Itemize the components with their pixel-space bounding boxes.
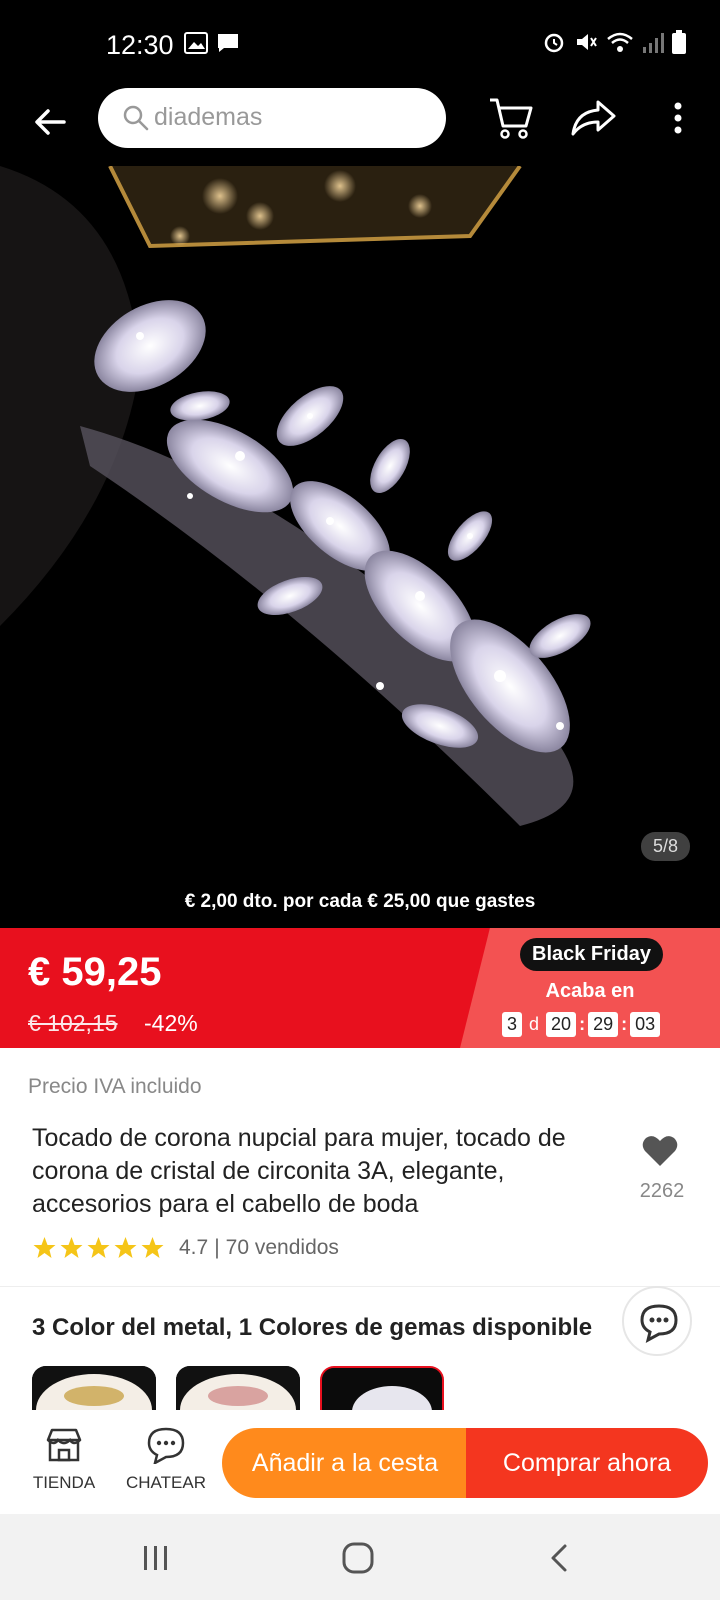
countdown-timer: 3 d 20 : 29 : 03 — [502, 1012, 661, 1037]
bottom-action-bar: TIENDA CHATEAR Añadir a la cesta Comprar… — [0, 1410, 720, 1514]
old-price: € 102,15 — [28, 1010, 118, 1036]
product-title: Tocado de corona nupcial para mujer, toc… — [32, 1124, 566, 1218]
add-to-cart-button[interactable]: Añadir a la cesta — [222, 1428, 468, 1498]
alarm-icon — [544, 33, 564, 53]
variant-thumb-silver[interactable] — [320, 1366, 444, 1410]
heart-icon — [642, 1136, 678, 1166]
variant-thumbnails — [32, 1366, 444, 1410]
variant-summary[interactable]: 3 Color del metal, 1 Colores de gemas di… — [32, 1314, 592, 1342]
search-input[interactable]: diademas — [98, 88, 446, 148]
countdown-day-unit: d — [529, 1014, 540, 1034]
star-icon — [114, 1237, 137, 1258]
current-price: € 59,25 — [28, 950, 162, 994]
cart-button[interactable] — [488, 96, 534, 145]
tiara-photo — [0, 166, 720, 928]
chat-button[interactable]: CHATEAR — [126, 1426, 206, 1493]
recent-apps-button[interactable] — [136, 1538, 176, 1578]
product-image-carousel[interactable]: 5/8 — [0, 166, 720, 928]
rating-stars — [32, 1236, 165, 1260]
discount-percent: -42% — [144, 1010, 198, 1036]
star-icon — [87, 1237, 110, 1258]
image-counter: 5/8 — [640, 832, 690, 861]
sold-count: 70 vendidos — [225, 1236, 339, 1259]
ends-label: Acaba en — [545, 980, 635, 1002]
vat-note: Precio IVA incluido — [28, 1075, 202, 1098]
buy-now-button[interactable]: Comprar ahora — [466, 1428, 708, 1498]
share-button[interactable] — [570, 98, 616, 143]
store-label: TIENDA — [32, 1473, 96, 1492]
variant-thumb-gold[interactable] — [32, 1366, 156, 1410]
countdown-seconds: 03 — [630, 1012, 661, 1037]
rating-value: 4.7 — [179, 1236, 209, 1259]
countdown-hours: 20 — [546, 1012, 577, 1037]
chat-bubble-icon — [640, 1304, 678, 1343]
countdown-minutes: 29 — [588, 1012, 619, 1037]
star-icon — [33, 1237, 56, 1258]
gallery-notification-icon — [184, 32, 208, 54]
rating-separator: | — [214, 1236, 220, 1259]
search-text: diademas — [154, 103, 263, 131]
app-header: diademas — [0, 88, 720, 166]
variant-thumb-rose[interactable] — [176, 1366, 300, 1410]
arrow-left-icon — [35, 109, 66, 135]
home-icon — [342, 1542, 374, 1574]
search-icon — [123, 105, 149, 131]
store-icon — [46, 1428, 82, 1462]
more-vertical-icon — [674, 102, 682, 134]
rating-row[interactable]: 4.7 | 70 vendidos — [32, 1236, 339, 1260]
chat-floating-button[interactable] — [622, 1286, 692, 1356]
message-notification-icon — [218, 34, 238, 52]
system-back-button[interactable] — [540, 1538, 580, 1578]
store-button[interactable]: TIENDA — [24, 1426, 104, 1493]
shopping-cart-icon — [490, 98, 533, 139]
system-navigation-bar — [0, 1514, 720, 1600]
more-options-button[interactable] — [668, 98, 688, 138]
countdown-days: 3 — [502, 1012, 523, 1037]
favorite-count: 2262 — [639, 1180, 685, 1202]
star-icon — [60, 1237, 83, 1258]
status-bar: 12:30 — [0, 0, 720, 88]
price-banner: € 59,25 € 102,15 -42% Black Friday Acaba… — [0, 928, 720, 1048]
battery-icon — [672, 30, 686, 54]
home-button[interactable] — [338, 1538, 378, 1578]
chevron-left-icon — [551, 1544, 567, 1572]
promo-text: € 2,00 dto. por cada € 25,00 que gastes — [0, 876, 720, 928]
share-icon — [571, 100, 616, 136]
chat-icon — [147, 1427, 185, 1466]
star-icon — [141, 1237, 164, 1258]
mute-icon — [577, 34, 597, 50]
signal-icon — [643, 33, 664, 53]
section-divider — [0, 1286, 720, 1287]
wifi-icon — [607, 32, 633, 52]
black-friday-badge: Black Friday — [520, 938, 663, 971]
recent-apps-icon — [144, 1546, 167, 1570]
chat-label: CHATEAR — [126, 1473, 206, 1492]
product-detail-screen: 12:30 diademas 5/8 € 2,00 dto. por cada … — [0, 0, 720, 1600]
back-button[interactable] — [30, 102, 70, 142]
status-time: 12:30 — [106, 30, 174, 60]
favorite-button[interactable] — [642, 1134, 678, 1173]
